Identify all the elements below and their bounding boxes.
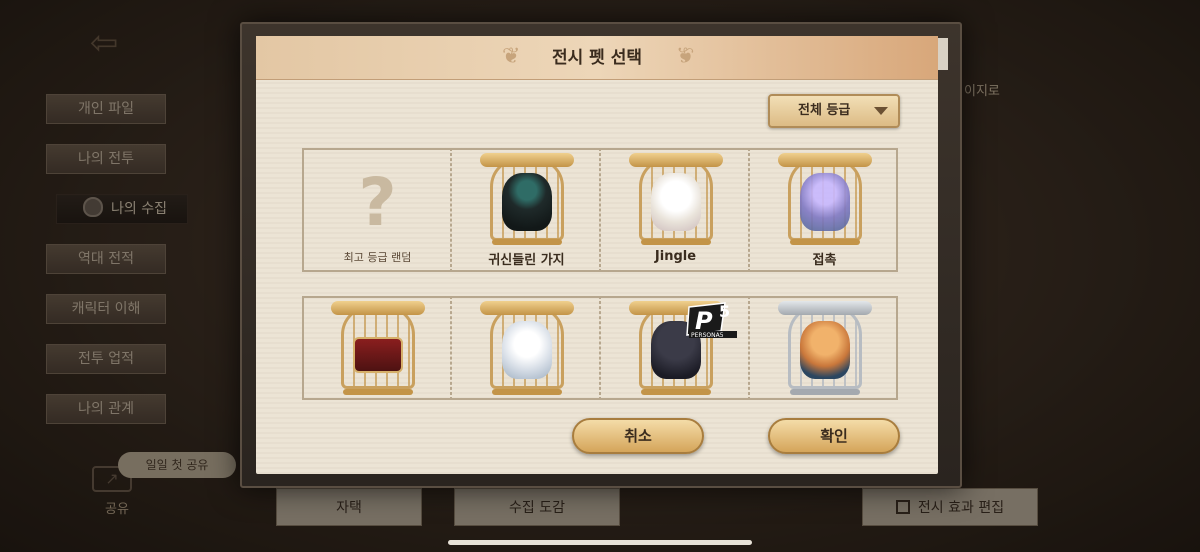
svg-text:5: 5: [719, 302, 730, 321]
pet-cell-random[interactable]: ? 최고 등급 랜덤: [302, 148, 451, 272]
cage-top: [480, 153, 574, 167]
pet-cell-jingle[interactable]: Jingle: [600, 148, 749, 272]
cage-base: [641, 389, 711, 395]
cage-base: [790, 389, 860, 395]
dialog-header: ❦ ❦ 전시 펫 선택: [256, 36, 938, 80]
pet-label: Jingle: [654, 249, 697, 264]
red-chest-pet: [353, 337, 403, 373]
svg-text:P: P: [695, 307, 713, 335]
shiba-pet: [800, 321, 850, 379]
cage-top: [480, 301, 574, 315]
cage-top: [778, 153, 872, 167]
cage-top: [778, 301, 872, 315]
pet-cell-black-cat[interactable]: P 5 PERSONA5: [600, 296, 749, 400]
pet-cell-red-chest[interactable]: [302, 296, 451, 400]
cage-base: [790, 239, 860, 245]
dialog-title: 전시 펫 선택: [551, 48, 643, 68]
haunted-branch-pet: [502, 173, 552, 231]
grade-filter-dropdown[interactable]: 전체 등급: [768, 94, 900, 128]
pet-cell-contact[interactable]: 접촉: [749, 148, 898, 272]
grade-filter-label: 전체 등급: [798, 103, 851, 118]
white-dog-pet: [651, 173, 701, 231]
pet-label: 귀신들린 가지: [488, 253, 565, 268]
jellyfish-pet: [800, 173, 850, 231]
confirm-button[interactable]: 확인: [768, 418, 900, 454]
pet-cell-haunted-branch[interactable]: 귀신들린 가지: [451, 148, 600, 272]
persona5-logo-icon: P 5 PERSONA5: [686, 302, 737, 339]
pet-cell-shiba[interactable]: [749, 296, 898, 400]
cage-base: [492, 389, 562, 395]
question-mark-icon: ?: [358, 164, 397, 241]
pet-grid: ? 최고 등급 랜덤 귀신들린 가지 Jingle 접촉 P 5 PERSONA…: [302, 148, 898, 400]
svg-text:PERSONA5: PERSONA5: [691, 332, 724, 339]
pet-select-dialog: ❦ ❦ 전시 펫 선택 전체 등급 ? 최고 등급 랜덤 귀신들린 가지 Jin…: [256, 36, 938, 474]
home-indicator[interactable]: [448, 540, 752, 545]
cancel-button[interactable]: 취소: [572, 418, 704, 454]
cage-base: [343, 389, 413, 395]
white-wolf-pet: [502, 321, 552, 379]
cage-base: [492, 239, 562, 245]
cage-top: [629, 153, 723, 167]
pet-label: 접촉: [812, 253, 837, 268]
pet-label: 최고 등급 랜덤: [343, 251, 412, 264]
cage-base: [641, 239, 711, 245]
cage-top: [331, 301, 425, 315]
pet-cell-white-wolf[interactable]: [451, 296, 600, 400]
chevron-down-icon: [874, 107, 888, 115]
